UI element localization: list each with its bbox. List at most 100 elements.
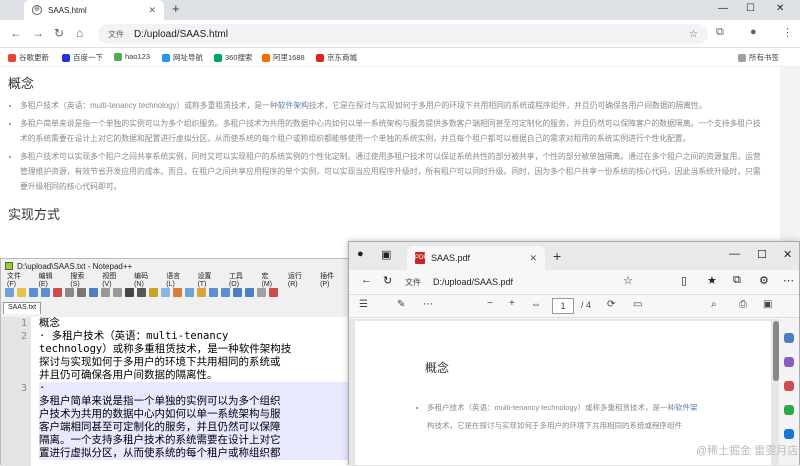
sidebar-app-icon[interactable] bbox=[784, 429, 794, 439]
reload-icon[interactable]: ↻ bbox=[54, 26, 64, 40]
menu-item[interactable]: 宏(M) bbox=[262, 271, 278, 288]
toolbar-icon[interactable] bbox=[113, 288, 122, 297]
notepad-editor[interactable]: 123 概念 · 多租户技术（英语：multi-tenancy technolo… bbox=[1, 317, 348, 466]
menu-item[interactable]: 工具(O) bbox=[229, 271, 252, 288]
toolbar-icon[interactable] bbox=[5, 288, 14, 297]
tab-actions-icon[interactable]: ▣ bbox=[381, 248, 391, 261]
draw-icon[interactable]: ✎ bbox=[397, 299, 405, 310]
toolbar-icon[interactable] bbox=[65, 288, 74, 297]
menu-item[interactable]: 插件(P) bbox=[320, 271, 342, 288]
toolbar-icon[interactable] bbox=[77, 288, 86, 297]
bookmark-item[interactable]: 谷歌更新 bbox=[8, 52, 49, 63]
software-architecture-link[interactable]: 软件架 bbox=[675, 403, 698, 412]
menu-item[interactable]: 编辑(E) bbox=[39, 271, 61, 288]
bookmark-item[interactable]: 阿里1688 bbox=[262, 52, 305, 63]
close-icon[interactable]: ✕ bbox=[148, 5, 156, 16]
sidebar-app-icon[interactable] bbox=[784, 357, 794, 367]
rotate-icon[interactable]: ⟳ bbox=[607, 299, 615, 310]
home-icon[interactable]: ⌂ bbox=[76, 26, 83, 40]
bookmark-item[interactable]: 京东商城 bbox=[316, 52, 357, 63]
contents-icon[interactable]: ☰ bbox=[359, 299, 368, 310]
sidebar-app-icon[interactable] bbox=[784, 333, 794, 343]
bookmark-item[interactable]: hao123 bbox=[114, 52, 150, 61]
zoom-out-icon[interactable]: − bbox=[487, 298, 493, 309]
menu-icon[interactable]: ⋮ bbox=[782, 26, 793, 39]
toolbar-icon[interactable] bbox=[245, 288, 254, 297]
extensions-icon[interactable]: ⚙ bbox=[759, 274, 769, 287]
toolbar-icon[interactable] bbox=[197, 288, 206, 297]
toolbar-icon[interactable] bbox=[269, 288, 278, 297]
bookmark-item[interactable]: 360搜索 bbox=[214, 52, 253, 63]
new-tab-button[interactable]: + bbox=[172, 1, 180, 16]
menu-item[interactable]: 视图(V) bbox=[102, 271, 124, 288]
code-line: · 多租户技术（英语：multi-tenancy bbox=[39, 330, 229, 342]
split-screen-icon[interactable]: ▯ bbox=[681, 274, 687, 287]
menu-item[interactable]: 设置(T) bbox=[197, 271, 219, 288]
sidebar-app-icon[interactable] bbox=[784, 381, 794, 391]
pdf-toolbar: ☰ ✎ ⋯ − + ⇔ 1 / 4 ⟳ ▭ ⌕ ⎙ ▣ bbox=[349, 294, 799, 318]
menu-item[interactable]: 搜索(S) bbox=[70, 271, 92, 288]
file-tab-saas-txt[interactable]: SAAS.txt bbox=[3, 302, 42, 314]
toolbar-icon[interactable] bbox=[221, 288, 230, 297]
list-item: 多租户技术可以实现多个租户之间共享系统实例，同时又可以实现租户的系统实例的个性化… bbox=[20, 149, 768, 194]
favorites-icon[interactable]: ★ bbox=[707, 274, 717, 287]
software-architecture-link[interactable]: 软件架构 bbox=[278, 101, 309, 110]
fit-page-icon[interactable]: ⇔ bbox=[531, 299, 541, 310]
toolbar-icon[interactable] bbox=[29, 288, 38, 297]
forward-icon[interactable]: → bbox=[32, 26, 44, 40]
star-icon[interactable]: ☆ bbox=[623, 274, 633, 287]
extensions-icon[interactable]: ⧉ bbox=[716, 26, 724, 39]
menu-item[interactable]: 语言(L) bbox=[166, 271, 187, 288]
more-tools-icon[interactable]: ⋯ bbox=[423, 299, 433, 310]
tab-saas-html[interactable]: ⊕ SAAS.html ✕ bbox=[24, 0, 164, 20]
close-icon[interactable]: ✕ bbox=[529, 253, 537, 264]
search-icon[interactable]: ⌕ bbox=[711, 299, 717, 310]
save-icon[interactable]: ▣ bbox=[763, 299, 772, 310]
collections-icon[interactable]: ⧉ bbox=[733, 274, 741, 287]
page-number-input[interactable]: 1 bbox=[552, 298, 574, 314]
toolbar-icon[interactable] bbox=[233, 288, 242, 297]
toolbar-icon[interactable] bbox=[185, 288, 194, 297]
close-window-icon[interactable]: ✕ bbox=[783, 248, 792, 261]
minimize-icon[interactable]: — bbox=[729, 248, 740, 260]
profile-icon[interactable]: ● bbox=[750, 26, 757, 38]
toolbar-icon[interactable] bbox=[101, 288, 110, 297]
toolbar-icon[interactable] bbox=[209, 288, 218, 297]
bookmark-item[interactable]: 网址导航 bbox=[162, 52, 203, 63]
menu-item[interactable]: 编码(N) bbox=[134, 271, 156, 288]
close-window-icon[interactable]: ✕ bbox=[776, 3, 784, 14]
toolbar-icon[interactable] bbox=[173, 288, 182, 297]
toolbar-icon[interactable] bbox=[89, 288, 98, 297]
tab-saas-pdf[interactable]: PDF SAAS.pdf ✕ bbox=[407, 246, 545, 270]
toolbar-icon[interactable] bbox=[41, 288, 50, 297]
menu-item[interactable]: 运行(R) bbox=[288, 271, 310, 288]
page-view-icon[interactable]: ▭ bbox=[633, 299, 642, 310]
profile-icon[interactable]: ● bbox=[357, 248, 364, 260]
toolbar-icon[interactable] bbox=[161, 288, 170, 297]
pdf-address-bar[interactable]: 文件 D:/upload/SAAS.pdf bbox=[405, 273, 645, 291]
all-bookmarks[interactable]: 所有书签 bbox=[738, 52, 779, 63]
sidebar-app-icon[interactable] bbox=[784, 405, 794, 415]
globe-icon: ⊕ bbox=[32, 5, 42, 15]
new-tab-button[interactable]: + bbox=[553, 248, 561, 264]
editor-text[interactable]: 概念 · 多租户技术（英语：multi-tenancy technology）或… bbox=[31, 317, 348, 466]
reload-icon[interactable]: ↻ bbox=[383, 274, 392, 287]
zoom-in-icon[interactable]: + bbox=[509, 298, 515, 309]
toolbar-icon[interactable] bbox=[137, 288, 146, 297]
print-icon[interactable]: ⎙ bbox=[739, 299, 747, 310]
toolbar-icon[interactable] bbox=[17, 288, 26, 297]
menu-item[interactable]: 文件(F) bbox=[7, 271, 29, 288]
back-icon[interactable]: ← bbox=[361, 274, 372, 286]
minimize-icon[interactable]: — bbox=[718, 3, 728, 14]
toolbar-icon[interactable] bbox=[257, 288, 266, 297]
maximize-icon[interactable]: ☐ bbox=[746, 3, 755, 14]
bookmark-item[interactable]: 百度一下 bbox=[62, 52, 103, 63]
toolbar-icon[interactable] bbox=[53, 288, 62, 297]
address-bar[interactable]: 文件 D:/upload/SAAS.html ☆ bbox=[98, 24, 708, 44]
star-icon[interactable]: ☆ bbox=[689, 29, 698, 40]
menu-icon[interactable]: ⋯ bbox=[783, 274, 794, 287]
toolbar-icon[interactable] bbox=[149, 288, 158, 297]
back-icon[interactable]: ← bbox=[10, 26, 22, 40]
maximize-icon[interactable]: ☐ bbox=[757, 248, 767, 261]
toolbar-icon[interactable] bbox=[125, 288, 134, 297]
